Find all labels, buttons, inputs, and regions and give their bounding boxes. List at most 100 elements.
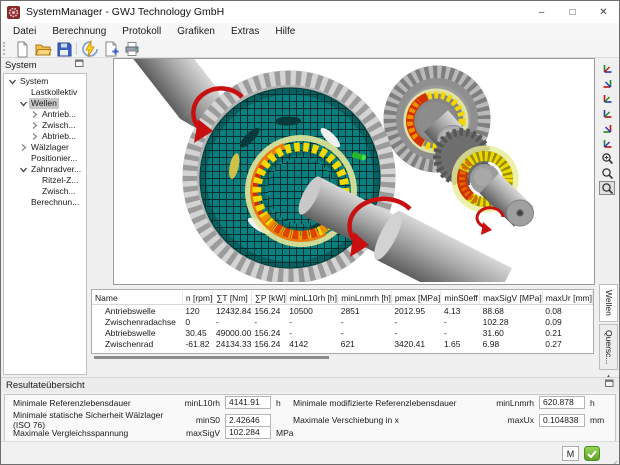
column-header[interactable]: minL10rh [h] xyxy=(286,291,337,305)
column-header[interactable]: maxSigV [MPa] xyxy=(480,291,543,305)
table-cell: Antriebswelle xyxy=(92,305,182,317)
tab-quersc[interactable]: Quersc... xyxy=(599,324,618,370)
tree-expanded-icon[interactable] xyxy=(18,165,29,174)
table-cell: -61.82 xyxy=(182,338,212,349)
resize-grip[interactable] xyxy=(610,455,618,463)
table-horizontal-scrollbar[interactable] xyxy=(92,355,593,360)
result-value-field[interactable]: 0.104838 xyxy=(539,414,585,427)
results-title: Resultateübersicht xyxy=(6,380,85,391)
result-value-field[interactable]: 2.42646 xyxy=(225,414,271,427)
table-cell: 4.13 xyxy=(441,305,480,317)
tree-item-berechnun-[interactable]: Berechnun... xyxy=(4,197,86,208)
results-row: Maximale VergleichsspannungmaxSigV102.28… xyxy=(5,425,615,440)
table-cell: 49000.00 xyxy=(213,327,251,338)
view-axis-front-icon[interactable] xyxy=(599,91,615,105)
table-cell: - xyxy=(251,316,286,327)
table-row[interactable]: Zwischenradachse0------102.280.09 xyxy=(92,316,593,327)
menu-grafiken[interactable]: Grafiken xyxy=(169,25,223,38)
tree-collapsed-icon[interactable] xyxy=(29,121,40,130)
window-title: SystemManager - GWJ Technology GmbH xyxy=(26,6,224,18)
results-overview: Minimale ReferenzlebensdauerminL10rh4141… xyxy=(4,394,616,442)
tree-item-wälzlager[interactable]: Wälzlager xyxy=(4,142,86,153)
tree-item-wellen[interactable]: Wellen xyxy=(4,98,86,109)
result-value-field[interactable]: 620.878 xyxy=(539,396,585,409)
green-edit-icon[interactable] xyxy=(584,446,600,461)
zoom-icon[interactable] xyxy=(599,166,615,180)
view-axis-back-icon[interactable] xyxy=(599,76,615,90)
tree-item-lastkollektiv[interactable]: Lastkollektiv xyxy=(4,87,86,98)
new-file-icon[interactable] xyxy=(11,41,32,57)
tree-item-label: Abtrieb... xyxy=(40,131,78,142)
menu-berechnung[interactable]: Berechnung xyxy=(44,25,114,38)
view-axis-left-icon[interactable] xyxy=(599,106,615,120)
tree-item-label: Positionier... xyxy=(29,153,79,164)
tree-collapsed-icon[interactable] xyxy=(29,132,40,141)
3d-viewport[interactable] xyxy=(113,58,595,285)
print-icon[interactable] xyxy=(121,41,142,57)
open-file-icon[interactable] xyxy=(32,41,53,57)
result-unit: MPa xyxy=(271,428,293,438)
table-cell: 6.98 xyxy=(480,338,543,349)
app-icon xyxy=(7,6,20,19)
tree-item-label: Berechnun... xyxy=(29,197,81,208)
gear-model-3d-render xyxy=(114,59,592,282)
float-panel-icon[interactable] xyxy=(605,379,614,391)
zoom-fit-icon[interactable] xyxy=(599,151,615,165)
tree-collapsed-icon[interactable] xyxy=(18,143,29,152)
tree-item-positionier-[interactable]: Positionier... xyxy=(4,153,86,164)
tree-item-zwisch-[interactable]: Zwisch... xyxy=(4,120,86,131)
menubar: DateiBerechnungProtokollGrafikenExtrasHi… xyxy=(1,23,619,40)
tree-item-ritzel-z-[interactable]: Ritzel-Z... xyxy=(4,175,86,186)
menu-extras[interactable]: Extras xyxy=(223,25,267,38)
menu-protokoll[interactable]: Protokoll xyxy=(114,25,169,38)
table-header-row: Namen [rpm]∑T [Nm]∑P [kW]minL10rh [h]min… xyxy=(92,291,593,305)
column-header[interactable]: n [rpm] xyxy=(182,291,212,305)
float-panel-icon[interactable] xyxy=(75,59,84,71)
results-header: Resultateübersicht xyxy=(1,377,619,392)
result-value-field[interactable]: 102.284 xyxy=(225,426,271,439)
table-cell: 31.60 xyxy=(480,327,543,338)
toolbar-separator xyxy=(76,42,77,55)
scrollbar-thumb[interactable] xyxy=(94,356,329,359)
toolbar-grip[interactable] xyxy=(3,42,8,55)
result-value-field[interactable]: 4141.91 xyxy=(225,396,271,409)
maximize-button[interactable]: □ xyxy=(557,1,588,23)
column-header[interactable]: minLnmrh [h] xyxy=(338,291,392,305)
table-row[interactable]: Zwischenrad-61.8224134.33156.24414262134… xyxy=(92,338,593,349)
tree-expanded-icon[interactable] xyxy=(7,77,18,86)
view-axis-top-icon[interactable] xyxy=(599,136,615,150)
result-unit: h xyxy=(585,398,611,408)
column-header[interactable]: ∑P [kW] xyxy=(251,291,286,305)
column-header[interactable]: ∑T [Nm] xyxy=(213,291,251,305)
tree-collapsed-icon[interactable] xyxy=(29,110,40,119)
results-row: Minimale statische Sicherheit Wälzlager … xyxy=(5,410,615,425)
column-header[interactable]: minS0eff xyxy=(441,291,480,305)
tab-wellen[interactable]: Wellen xyxy=(599,284,618,322)
tree-item-label: System xyxy=(18,76,50,87)
tree-item-abtrieb-[interactable]: Abtrieb... xyxy=(4,131,86,142)
close-button[interactable]: ✕ xyxy=(588,1,619,23)
column-header[interactable]: Name xyxy=(92,291,182,305)
view-axis-iso-icon[interactable] xyxy=(599,61,615,75)
table-cell: Zwischenrad xyxy=(92,338,182,349)
add-report-icon[interactable] xyxy=(100,41,121,57)
column-header[interactable]: pmax [MPa] xyxy=(391,291,441,305)
tree-item-zahnradver-[interactable]: Zahnradver... xyxy=(4,164,86,175)
menu-hilfe[interactable]: Hilfe xyxy=(267,25,303,38)
table-row[interactable]: Abtriebswelle30.4549000.00156.24----31.6… xyxy=(92,327,593,338)
zoom-window-icon[interactable] xyxy=(599,181,615,195)
minimize-button[interactable]: – xyxy=(526,1,557,23)
tree-item-antrieb-[interactable]: Antrieb... xyxy=(4,109,86,120)
table-row[interactable]: Antriebswelle12012432.84156.241050028512… xyxy=(92,305,593,317)
menu-datei[interactable]: Datei xyxy=(5,25,44,38)
tree-item-system[interactable]: System xyxy=(4,76,86,87)
table-cell: - xyxy=(286,316,337,327)
tree-expanded-icon[interactable] xyxy=(18,99,29,108)
column-header[interactable]: maxUr [mm] xyxy=(542,291,592,305)
tree-item-label: Zahnradver... xyxy=(29,164,83,175)
mode-button[interactable]: M xyxy=(562,446,579,461)
view-axis-right-icon[interactable] xyxy=(599,121,615,135)
calculate-icon[interactable] xyxy=(79,41,100,57)
save-icon[interactable] xyxy=(53,41,74,57)
tree-item-zwisch-[interactable]: Zwisch... xyxy=(4,186,86,197)
